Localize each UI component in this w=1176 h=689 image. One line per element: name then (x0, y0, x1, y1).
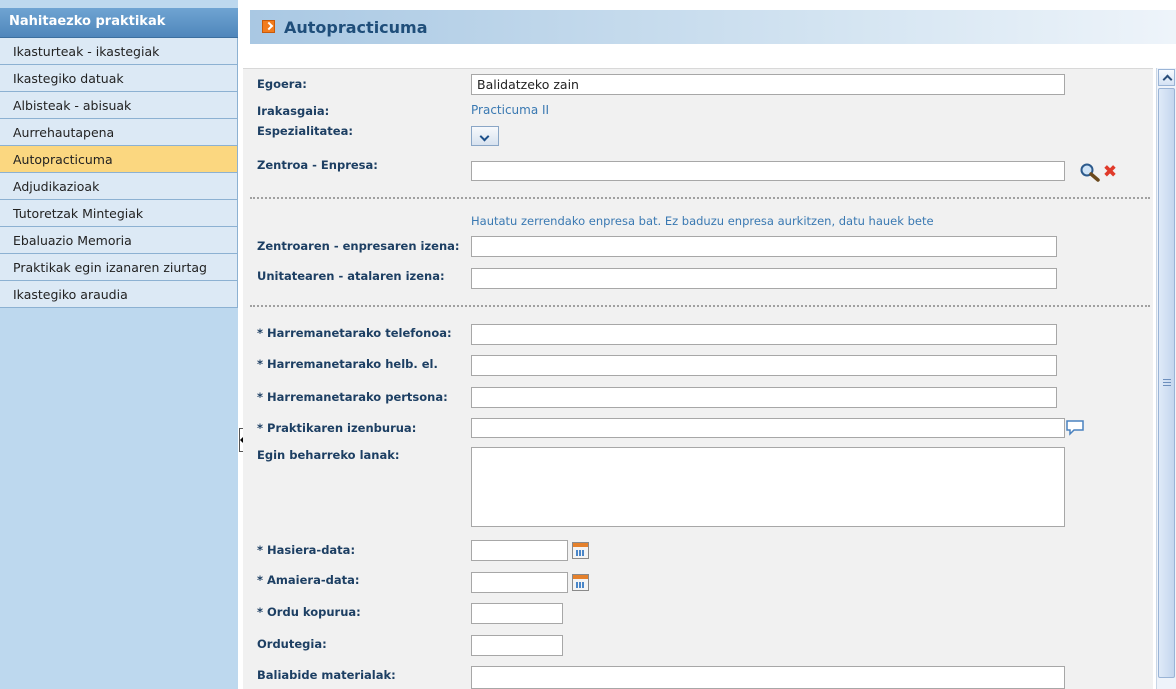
sidebar-item-tutoretzak[interactable]: Tutoretzak Mintegiak (0, 200, 238, 227)
sidebar-item-autopracticuma[interactable]: Autopracticuma (0, 146, 238, 173)
helb-input[interactable] (471, 355, 1057, 376)
title-bar: Autopracticuma (250, 10, 1176, 44)
ordu-label: * Ordu kopurua: (257, 605, 361, 619)
amaiera-label: * Amaiera-data: (257, 573, 360, 587)
lanak-label: Egin beharreko lanak: (257, 448, 400, 462)
irakasgaia-label: Irakasgaia: (257, 104, 330, 118)
zentroaren-izena-input[interactable] (471, 236, 1057, 257)
helb-label: * Harremanetarako helb. el. (257, 357, 438, 371)
separator (250, 305, 1150, 307)
sidebar-item-araudia[interactable]: Ikastegiko araudia (0, 281, 238, 308)
hasiera-label: * Hasiera-data: (257, 543, 356, 557)
comment-icon[interactable] (1065, 418, 1087, 438)
irakasgaia-value: Practicuma II (471, 103, 550, 117)
calendar-icon[interactable] (572, 542, 589, 559)
pertsona-input[interactable] (471, 387, 1057, 408)
hint-text: Hautatu zerrendako enpresa bat. Ez baduz… (471, 214, 934, 228)
sidebar-list: Ikasturteak - ikastegiak Ikastegiko datu… (0, 38, 238, 308)
separator (250, 197, 1150, 199)
baliabide-label: Baliabide materialak: (257, 668, 396, 682)
zentroa-label: Zentroa - Enpresa: (257, 158, 378, 172)
scroll-thumb[interactable] (1158, 88, 1175, 678)
sidebar-header: Nahitaezko praktikak (0, 8, 238, 38)
telefonoa-label: * Harremanetarako telefonoa: (257, 326, 452, 340)
lanak-textarea[interactable] (471, 447, 1065, 527)
hasiera-date-input[interactable] (471, 540, 568, 561)
unitatea-input[interactable] (471, 268, 1057, 289)
app-window: Nahitaezko praktikak Ikasturteak - ikast… (0, 0, 1176, 689)
ordu-input[interactable] (471, 603, 563, 624)
telefonoa-input[interactable] (471, 324, 1057, 345)
izenburua-input[interactable] (471, 418, 1065, 438)
unitatea-label: Unitatearen - atalaren izena: (257, 269, 445, 283)
zentroa-field[interactable] (471, 161, 1065, 181)
sidebar: Nahitaezko praktikak Ikasturteak - ikast… (0, 0, 238, 689)
sidebar-item-adjudikazioak[interactable]: Adjudikazioak (0, 173, 238, 200)
egoera-field: Balidatzeko zain (471, 74, 1065, 95)
scroll-up-icon[interactable] (1158, 69, 1175, 86)
calendar-icon[interactable] (572, 574, 589, 591)
ordutegia-input[interactable] (471, 635, 563, 656)
delete-icon[interactable]: ✖ (1101, 162, 1119, 182)
vertical-scrollbar[interactable] (1156, 68, 1176, 689)
sidebar-item-albisteak[interactable]: Albisteak - abisuak (0, 92, 238, 119)
izenburua-label: * Praktikaren izenburua: (257, 421, 417, 435)
ordutegia-label: Ordutegia: (257, 637, 327, 651)
pertsona-label: * Harremanetarako pertsona: (257, 390, 448, 404)
search-icon[interactable] (1079, 162, 1101, 182)
baliabide-textarea[interactable] (471, 666, 1065, 689)
espezialitatea-label: Espezialitatea: (257, 124, 353, 138)
espezialitatea-select[interactable] (471, 126, 499, 146)
sidebar-item-ikastegiko-datuak[interactable]: Ikastegiko datuak (0, 65, 238, 92)
zentroaren-izena-label: Zentroaren - enpresaren izena: (257, 239, 460, 253)
sidebar-item-aurrehautapena[interactable]: Aurrehautapena (0, 119, 238, 146)
page-title: Autopracticuma (284, 18, 428, 37)
sidebar-item-ebaluazio-memoria[interactable]: Ebaluazio Memoria (0, 227, 238, 254)
arrow-right-icon (262, 20, 275, 33)
amaiera-date-input[interactable] (471, 572, 568, 593)
sidebar-item-ikasturteak[interactable]: Ikasturteak - ikastegiak (0, 38, 238, 65)
egoera-label: Egoera: (257, 77, 307, 91)
sidebar-item-ziurtagiria[interactable]: Praktikak egin izanaren ziurtag (0, 254, 238, 281)
